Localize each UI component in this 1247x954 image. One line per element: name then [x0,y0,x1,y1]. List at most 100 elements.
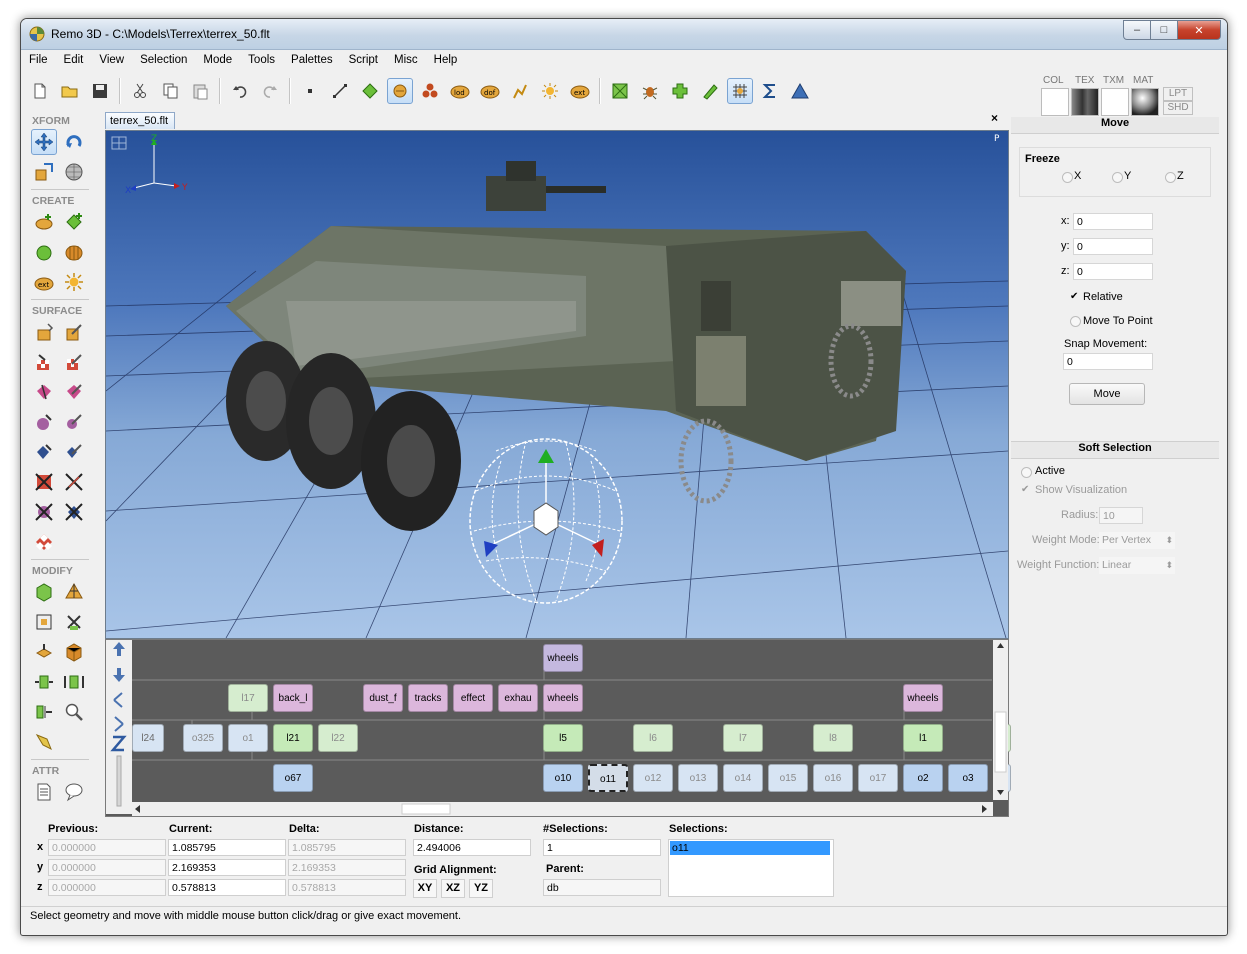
create-lod-button[interactable] [61,239,87,265]
y-input[interactable]: 0 [1073,238,1153,255]
scroll-right-icon[interactable] [982,805,987,813]
graph-node[interactable]: o13 [678,764,718,792]
graph-node[interactable]: o67 [273,764,313,792]
freeze-y-radio[interactable] [1112,172,1123,183]
modify-shrink-button[interactable] [61,669,87,695]
menu-mode[interactable]: Mode [195,54,240,66]
select-light-button[interactable] [537,78,563,104]
align-xz-button[interactable]: XZ [441,879,465,898]
zoom-z-icon[interactable] [110,735,127,752]
radius-input[interactable]: 10 [1099,507,1143,524]
arrow-up-icon[interactable] [113,642,125,656]
pick-texmap-button[interactable] [61,379,87,405]
close-document-icon[interactable]: × [991,111,998,125]
snap-movement-input[interactable]: 0 [1063,353,1153,370]
pick-texture-button[interactable] [61,349,87,375]
material-surface-button[interactable] [31,409,57,435]
menu-view[interactable]: View [91,54,132,66]
modify-box-button[interactable] [61,639,87,665]
clear-shader-button[interactable] [61,499,87,525]
x-input[interactable]: 0 [1073,213,1153,230]
texmap-surface-button[interactable] [31,379,57,405]
redo-button[interactable] [257,78,283,104]
warning-button[interactable] [787,78,813,104]
graph-node[interactable]: o12 [633,764,673,792]
modify-stretch-button[interactable] [31,669,57,695]
arrow-right-icon[interactable] [114,716,124,732]
graph-node[interactable]: l7 [723,724,763,752]
modify-mirror-button[interactable] [31,699,57,725]
lpt-button[interactable]: LPT [1163,87,1193,101]
menu-selection[interactable]: Selection [132,54,195,66]
select-group-button[interactable] [417,78,443,104]
graph-node[interactable]: back_l [273,684,313,712]
remove-texture-button[interactable] [607,78,633,104]
material-swatch[interactable] [1131,88,1159,116]
pick-shader-button[interactable] [61,439,87,465]
delta-y-field[interactable]: 2.169353 [288,859,406,876]
menu-palettes[interactable]: Palettes [283,54,341,66]
shd-button[interactable]: SHD [1163,101,1193,115]
select-external-button[interactable]: ext [567,78,593,104]
graph-node[interactable]: wheels [543,684,583,712]
clear-texture-button[interactable] [31,469,57,495]
move-tool-button[interactable] [31,129,57,155]
arrow-left-icon[interactable] [113,692,123,708]
parent-field[interactable]: db [543,879,661,896]
freeze-z-radio[interactable] [1165,172,1176,183]
save-button[interactable] [87,78,113,104]
freeze-x-radio[interactable] [1062,172,1073,183]
align-xy-button[interactable]: XY [413,879,437,898]
scale-tool-button[interactable] [31,159,57,185]
graph-node-selected[interactable]: o11 [588,764,628,792]
previous-y-field[interactable]: 0.000000 [48,859,166,876]
statistics-button[interactable] [757,78,783,104]
select-switch-button[interactable] [507,78,533,104]
graph-node[interactable]: o2 [903,764,943,792]
checker-texture-button[interactable] [31,529,57,555]
modify-split-button[interactable] [61,609,87,635]
select-lod-button[interactable]: lod [447,78,473,104]
clear-material-button[interactable] [31,499,57,525]
graph-node[interactable]: o15 [768,764,808,792]
previous-z-field[interactable]: 0.000000 [48,879,166,896]
menu-edit[interactable]: Edit [56,54,92,66]
graph-node[interactable]: l17 [228,684,268,712]
document-tab[interactable]: terrex_50.flt [105,112,175,129]
color-surface-button[interactable] [31,319,57,345]
graph-node[interactable]: effect [453,684,493,712]
weight-function-select[interactable]: Linear ⬍ [1099,557,1175,574]
zoom-slider[interactable] [116,755,122,807]
selections-list[interactable]: o11 [668,839,834,897]
graph-node[interactable]: o325 [183,724,223,752]
graph-node[interactable]: l1 [903,724,943,752]
new-file-button[interactable] [27,78,53,104]
select-edge-button[interactable] [327,78,353,104]
create-face-button[interactable] [61,209,87,235]
create-external-button[interactable]: ext [31,269,57,295]
graph-node[interactable]: l5 [543,724,583,752]
open-file-button[interactable] [57,78,83,104]
show-visualization-checkbox[interactable]: ✔ [1021,484,1029,495]
graph-node[interactable]: dust_f [363,684,403,712]
cut-button[interactable] [127,78,153,104]
delta-x-field[interactable]: 1.085795 [288,839,406,856]
menu-tools[interactable]: Tools [240,54,283,66]
texture-surface-button[interactable] [31,349,57,375]
soft-selection-active-checkbox[interactable] [1021,467,1032,478]
select-face-button[interactable] [357,78,383,104]
grid-toggle-button[interactable] [727,78,753,104]
graph-node[interactable]: o14 [723,764,763,792]
select-vertex-button[interactable] [297,78,323,104]
shader-surface-button[interactable] [31,439,57,465]
undo-button[interactable] [227,78,253,104]
graph-node[interactable]: o3 [948,764,988,792]
pick-color-button[interactable] [61,319,87,345]
graph-node[interactable]: l24 [132,724,164,752]
3d-viewport[interactable]: Z X Y P [105,130,1009,639]
modify-subdivide-button[interactable] [61,579,87,605]
texture-swatch[interactable] [1071,88,1099,116]
modify-extrude-button[interactable] [31,579,57,605]
edit-node-button[interactable] [697,78,723,104]
create-object-button[interactable] [31,209,57,235]
